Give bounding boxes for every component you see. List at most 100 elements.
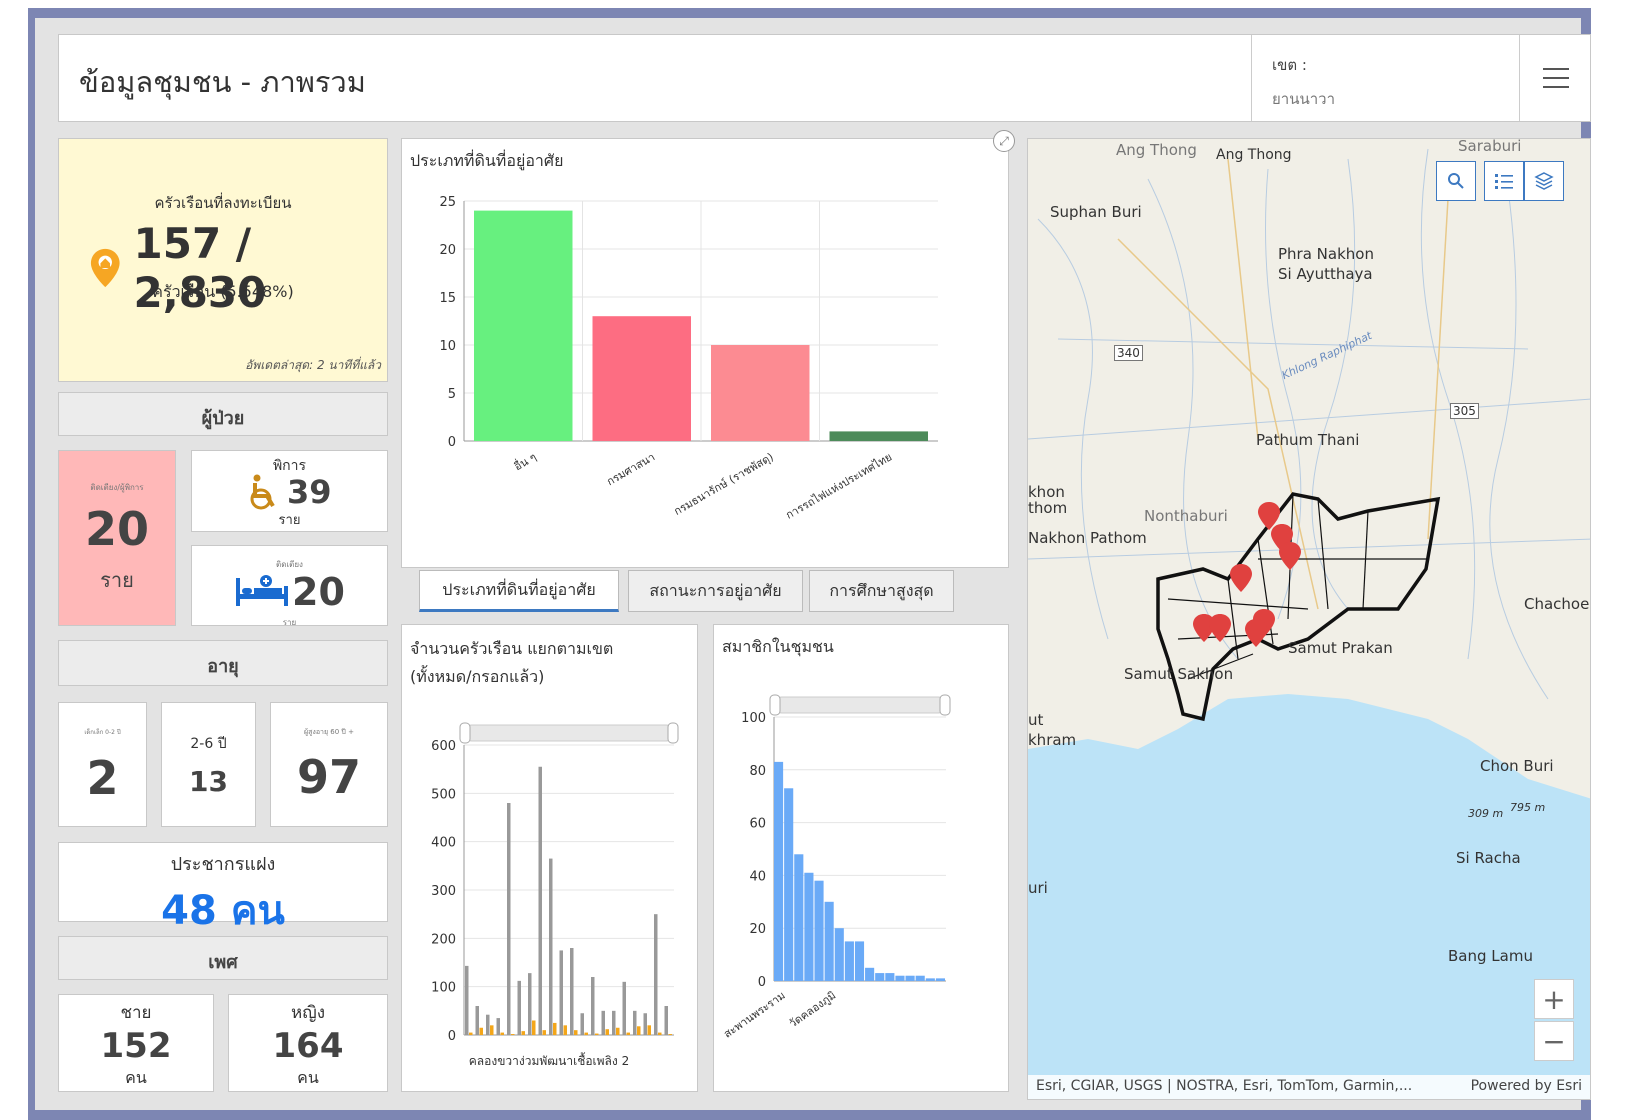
gender-header: เพศ	[58, 936, 388, 980]
map-label: Pathum Thani	[1256, 431, 1360, 449]
district-selector-label: เขต :	[1272, 56, 1307, 74]
y-tick-label: 15	[439, 291, 456, 306]
bar	[844, 941, 854, 981]
zoom-in-button[interactable]: +	[1534, 979, 1574, 1019]
bar	[854, 941, 865, 981]
hidden-pop-label: ประชากรแฝง	[170, 854, 276, 875]
layers-icon	[1534, 172, 1554, 190]
map-legend-button[interactable]	[1484, 161, 1524, 201]
map-label: Samut Sakhon	[1124, 665, 1234, 683]
land-chart-panel: ประเภทที่ดินที่อยู่อาศัย 0 5 10 15 20 25 อื่น …	[401, 138, 1009, 568]
x-tick-label: อื่น ๆ	[511, 449, 539, 474]
bar-total	[486, 1014, 490, 1035]
expand-icon[interactable]: ⤢	[993, 130, 1015, 152]
bed-social-label: ติดเตียง/ผู้พิการ	[90, 483, 144, 492]
disabled-unit: ราย	[278, 513, 301, 528]
bar-total	[612, 1010, 616, 1035]
patients-header: ผู้ป่วย	[58, 392, 388, 436]
bar-total	[580, 1013, 584, 1035]
map-label: Suphan Buri	[1050, 203, 1142, 221]
bar	[784, 788, 794, 981]
bar-filled	[658, 1032, 662, 1035]
bar-filled	[469, 1032, 473, 1035]
member-chart: 0 20 40 60 80 100 สะพานพระรามวัดคลองภูมิ	[721, 694, 951, 1041]
map-label: Saraburi	[1458, 138, 1522, 155]
bar-total	[601, 1010, 605, 1035]
female-value: 164	[272, 1026, 344, 1066]
y-tick-label: 60	[749, 817, 766, 832]
map-label: Chachoe	[1524, 595, 1590, 613]
bedridden-unit: ราย	[282, 618, 297, 627]
age-infant-value: 2	[86, 751, 119, 805]
slider-handle	[459, 722, 471, 744]
bedridden-value: 20	[292, 570, 345, 614]
bar-total	[633, 1010, 637, 1035]
age-elder-value: 97	[296, 750, 361, 804]
powered-by: Powered by Esri	[1470, 1078, 1582, 1094]
disabled-card: พิการ 39 ราย	[191, 450, 388, 532]
y-tick-label: 80	[749, 764, 766, 779]
bar-filled	[595, 1033, 599, 1035]
bar-filled	[626, 1032, 630, 1035]
tab-land-type[interactable]: ประเภทที่ดินที่อยู่อาศัย	[419, 570, 619, 612]
age-header: อายุ	[58, 640, 388, 686]
map-label: 305	[1450, 403, 1479, 419]
bar	[794, 854, 804, 981]
y-tick-label: 100	[431, 981, 456, 996]
bar-filled	[490, 1025, 494, 1035]
map-layers-button[interactable]	[1524, 161, 1564, 201]
hospital-bed-icon	[236, 575, 288, 606]
male-label: ชาย	[120, 1003, 152, 1023]
y-tick-label: 600	[431, 739, 456, 754]
tab-housing-status[interactable]: สถานะการอยู่อาศัย	[628, 570, 803, 612]
bar	[915, 975, 925, 981]
map-label: Phra Nakhon	[1278, 245, 1374, 263]
bed-social-value: 20	[84, 502, 149, 556]
bed-social-card: ติดเตียง/ผู้พิการ 20 ราย	[58, 450, 176, 626]
bar	[474, 210, 573, 441]
bar-filled	[637, 1026, 641, 1035]
y-tick-label: 100	[741, 711, 766, 726]
bar-total	[549, 858, 553, 1035]
zoom-out-button[interactable]: −	[1534, 1021, 1574, 1061]
x-tick-label: วัดคลองภูมิ	[787, 989, 839, 1031]
male-unit: คน	[125, 1068, 147, 1087]
map-search-button[interactable]	[1436, 161, 1476, 201]
tab-education[interactable]: การศึกษาสูงสุด	[809, 570, 954, 612]
household-updated: อัพเดตล่าสุด: 2 นาทีที่แล้ว	[245, 358, 381, 372]
bar-filled	[563, 1025, 567, 1035]
map-label: Bang Lamu	[1448, 947, 1533, 965]
bar-filled	[553, 1022, 557, 1035]
search-icon	[1448, 173, 1464, 189]
bar	[711, 345, 810, 441]
y-tick-label: 400	[431, 836, 456, 851]
bar-total	[507, 803, 511, 1035]
map-label: 795 m	[1510, 801, 1546, 814]
bar	[829, 431, 928, 441]
disabled-value: 39	[287, 473, 332, 511]
bar	[592, 316, 691, 441]
x-tick-label: กรมธนารักษ์ (ราชพัสดุ)	[672, 450, 776, 518]
bar-filled	[521, 1031, 525, 1035]
bar-total	[643, 1013, 647, 1035]
female-label: หญิง	[291, 1003, 325, 1023]
male-card: ชาย 152 คน	[58, 994, 214, 1092]
map-label: Si Racha	[1456, 849, 1521, 867]
x-tick-label: คลองขวาง่วมพัฒนาเชื้อเพลิง 2	[469, 1052, 629, 1068]
bed-social-unit: ราย	[100, 568, 134, 592]
menu-button[interactable]	[1519, 35, 1591, 121]
bar-filled	[668, 1034, 672, 1035]
bar	[865, 967, 875, 981]
bar-total	[559, 950, 563, 1035]
household-sub: ครัวเรือน (5.548%)	[152, 282, 294, 301]
map-view[interactable]: Ang Thong Ang Thong Saraburi Suphan Buri…	[1027, 138, 1591, 1100]
household-label: ครัวเรือนที่ลงทะเบียน	[154, 194, 292, 212]
slider-handle	[769, 694, 781, 716]
slider-handle	[667, 722, 679, 744]
hidden-pop-value: 48 คน	[161, 888, 285, 934]
y-tick-label: 500	[431, 787, 456, 802]
bar	[875, 973, 885, 981]
bar-total	[496, 1018, 500, 1035]
header-bar: ข้อมูลชุมชน - ภาพรวม เขต : ยานนาวา	[58, 34, 1591, 122]
map-label: Samut Prakan	[1288, 639, 1393, 657]
